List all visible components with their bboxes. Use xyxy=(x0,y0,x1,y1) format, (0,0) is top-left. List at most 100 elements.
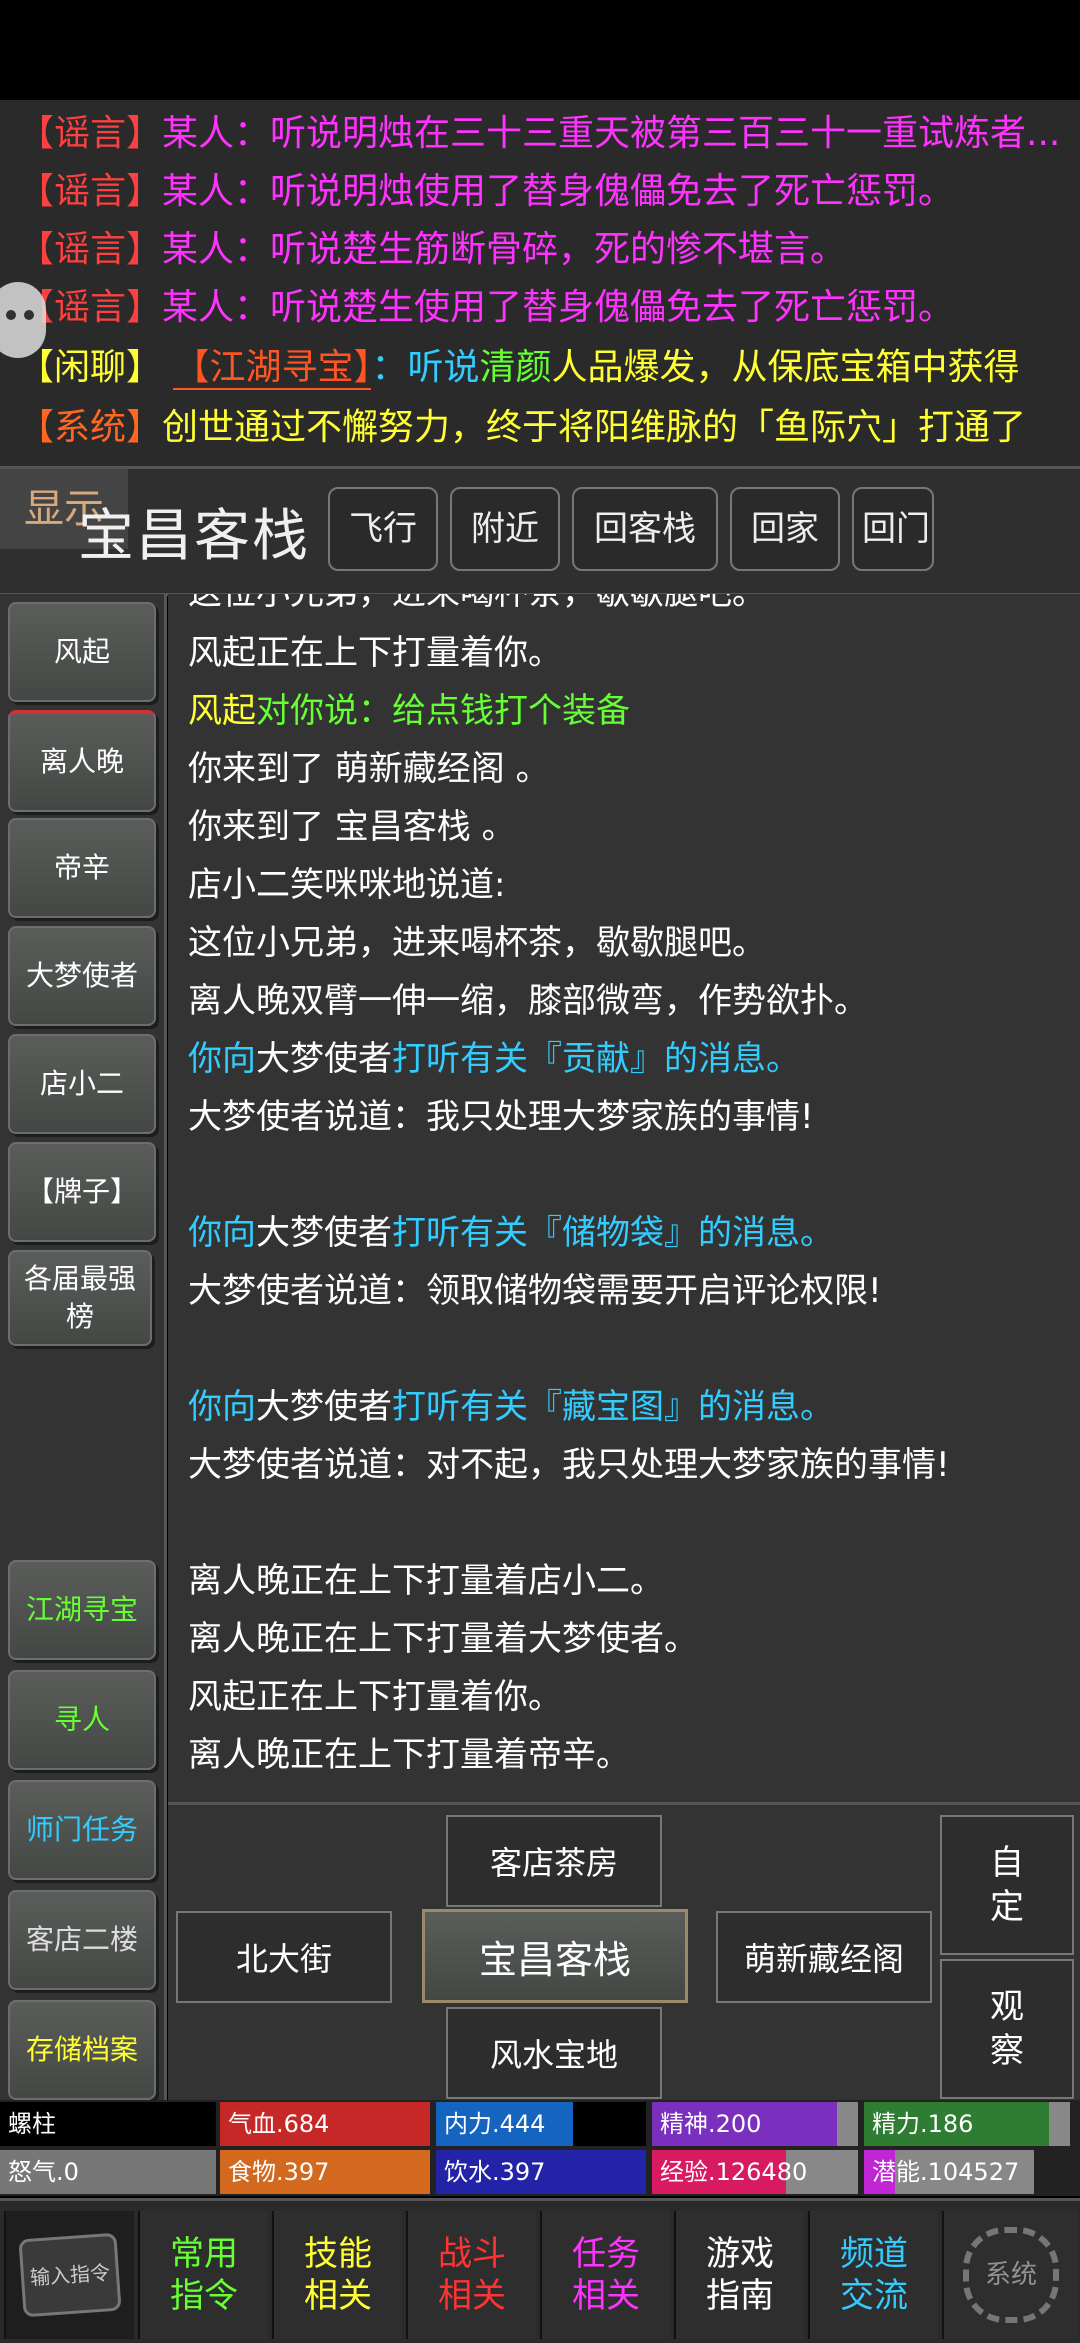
channel-ticker: 【谣言】某人：听说明烛在三十三重天被第三百三十一重试炼者... 【谣言】某人：听… xyxy=(0,100,1080,466)
chat-line: 【闲聊】 【江湖寻宝】：听说清颜人品爆发，从保底宝箱中获得 xyxy=(18,340,1020,396)
potential-label: 潜能.104527 xyxy=(872,2158,1020,2186)
status-bar xyxy=(0,0,1080,100)
rumor-line: 【谣言】某人：听说明烛使用了替身傀儡免去了死亡惩罚。 xyxy=(18,164,954,220)
potential-bar: 潜能.104527 xyxy=(864,2150,1034,2194)
exit-east-button[interactable]: 萌新藏经阁 xyxy=(716,1911,932,2003)
go-home-button[interactable]: 回家 xyxy=(730,487,840,571)
input-command-label: 输入指令 xyxy=(18,2232,122,2318)
find-person-button[interactable]: 寻人 xyxy=(8,1670,156,1770)
treasure-hunt-button[interactable]: 江湖寻宝 xyxy=(8,1560,156,1660)
spirit-bar: 精神.200 xyxy=(652,2102,858,2146)
rumor-speaker: 某人： xyxy=(162,171,271,212)
chat-prefix: ：听说 xyxy=(371,347,480,388)
custom-label: 自定 xyxy=(990,1843,1024,1927)
message-line: 你来到了 宝昌客栈 。 xyxy=(188,807,516,847)
toolbar-label: 技能 相关 xyxy=(304,2234,372,2316)
nearby-button[interactable]: 附近 xyxy=(450,487,560,571)
rumor-tag: 【谣言】 xyxy=(18,229,163,270)
toolbar-label: 任务 相关 xyxy=(572,2234,640,2316)
npc-button[interactable]: 帝辛 xyxy=(8,818,156,918)
location-bar: 宝昌客栈 飞行 附近 回客栈 回家 回门 显示 xyxy=(0,466,1080,596)
npc-button[interactable]: 风起 xyxy=(8,602,156,702)
message-line: 你向大梦使者打听有关『藏宝图』的消息。 xyxy=(188,1378,834,1436)
neili-bar: 内力.444 xyxy=(436,2102,646,2146)
water-bar: 饮水.397 xyxy=(436,2150,646,2194)
msg-part: 你向 xyxy=(188,1387,256,1427)
msg-part: 打听有关『贡献』的消息。 xyxy=(392,1039,800,1079)
player-name-label: 螺柱 xyxy=(8,2110,56,2138)
stats-panel: 螺柱 气血.684 内力.444 精神.200 精力.186 怒气.0 食物.3… xyxy=(0,2100,1080,2196)
chat-player-name[interactable]: 清颜 xyxy=(480,347,552,388)
message-log[interactable]: 这位小兄弟，进来喝杯茶，歇歇腿吧。 风起正在上下打量着你。 风起对你说：给点钱打… xyxy=(168,594,1080,1802)
gear-icon: 系统 xyxy=(963,2227,1059,2323)
sect-task-button[interactable]: 师门任务 xyxy=(8,1780,156,1880)
exit-south-button[interactable]: 风水宝地 xyxy=(446,2007,662,2099)
system-text: 创世通过不懈努力，终于将阳维脉的「鱼际穴」打通了 xyxy=(162,407,1027,448)
inn-upstairs-button[interactable]: 客店二楼 xyxy=(8,1890,156,1990)
message-line: 风起对你说：给点钱打个装备 xyxy=(188,682,630,740)
msg-part: 打听有关『储物袋』的消息。 xyxy=(392,1213,834,1253)
toolbar-label: 常用 指令 xyxy=(170,2234,238,2316)
input-command-button[interactable]: 输入指令 xyxy=(4,2211,134,2339)
msg-part: 你向 xyxy=(188,1039,256,1079)
system-line: 【系统】创世通过不懈努力，终于将阳维脉的「鱼际穴」打通了 xyxy=(18,400,1026,456)
return-sect-button[interactable]: 回门 xyxy=(852,487,934,571)
message-line: 大梦使者说道：我只处理大梦家族的事情! xyxy=(188,1097,814,1137)
skills-button[interactable]: 技能 相关 xyxy=(272,2211,402,2339)
fly-button[interactable]: 飞行 xyxy=(328,487,438,571)
rumor-tag: 【谣言】 xyxy=(18,171,163,212)
combat-button[interactable]: 战斗 相关 xyxy=(406,2211,536,2339)
current-room-button[interactable]: 宝昌客栈 xyxy=(422,1909,688,2003)
speaker-name: 风起 xyxy=(188,691,256,731)
tasks-button[interactable]: 任务 相关 xyxy=(540,2211,670,2339)
message-line: 风起正在上下打量着你。 xyxy=(188,633,562,673)
message-line: 离人晚正在上下打量着店小二。 xyxy=(188,1561,664,1601)
game-guide-button[interactable]: 游戏 指南 xyxy=(674,2211,804,2339)
food-bar: 食物.397 xyxy=(220,2150,430,2194)
msg-part: 大梦使者 xyxy=(256,1387,392,1427)
food-label: 食物.397 xyxy=(228,2158,330,2186)
return-inn-button[interactable]: 回客栈 xyxy=(572,487,718,571)
chat-text: 人品爆发，从保底宝箱中获得 xyxy=(551,347,1020,388)
hp-label: 气血.684 xyxy=(228,2110,330,2138)
toolbar-label: 频道 交流 xyxy=(840,2234,908,2316)
message-line: 你向大梦使者打听有关『贡献』的消息。 xyxy=(188,1030,800,1088)
npc-button[interactable]: 大梦使者 xyxy=(8,926,156,1026)
system-settings-button[interactable]: 系统 xyxy=(942,2211,1078,2339)
toolbar-label: 游戏 指南 xyxy=(706,2234,774,2316)
common-commands-button[interactable]: 常用 指令 xyxy=(138,2211,268,2339)
floating-chat-bubble-icon[interactable] xyxy=(0,282,46,358)
location-title: 宝昌客栈 xyxy=(78,504,310,569)
channel-chat-button[interactable]: 频道 交流 xyxy=(808,2211,938,2339)
msg-part: 打听有关『藏宝图』的消息。 xyxy=(392,1387,834,1427)
treasure-link[interactable]: 【江湖寻宝】 xyxy=(173,347,372,390)
rage-bar: 怒气.0 xyxy=(0,2150,216,2194)
msg-part: 大梦使者 xyxy=(256,1039,392,1079)
message-line: 大梦使者说道：对不起，我只处理大梦家族的事情! xyxy=(188,1445,950,1485)
message-line: 这位小兄弟，进来喝杯茶，歇歇腿吧。 xyxy=(188,923,766,963)
rumor-text: 听说楚生筋断骨碎，死的惨不堪言。 xyxy=(270,229,847,270)
observe-button[interactable]: 观察 xyxy=(940,1959,1074,2099)
npc-button[interactable]: 各届最强榜 xyxy=(8,1250,152,1346)
energy-label: 精力.186 xyxy=(872,2110,974,2138)
rage-label: 怒气.0 xyxy=(8,2158,79,2186)
message-line: 你向大梦使者打听有关『储物袋』的消息。 xyxy=(188,1204,834,1262)
exit-west-button[interactable]: 北大街 xyxy=(176,1911,392,2003)
exit-north-button[interactable]: 客店茶房 xyxy=(446,1815,662,1907)
npc-panel: 风起 离人晚 帝辛 大梦使者 店小二 【牌子】 各届最强榜 江湖寻宝 寻人 师门… xyxy=(0,594,167,2100)
energy-bar: 精力.186 xyxy=(864,2102,1070,2146)
say-prefix: 对你说： xyxy=(256,691,392,731)
rumor-speaker: 某人： xyxy=(162,229,271,270)
rumor-tag: 【谣言】 xyxy=(18,113,163,154)
npc-button[interactable]: 离人晚 xyxy=(8,710,156,812)
npc-button[interactable]: 店小二 xyxy=(8,1034,156,1134)
save-archive-button[interactable]: 存储档案 xyxy=(8,2000,156,2100)
custom-button[interactable]: 自定 xyxy=(940,1815,1074,1955)
message-line: 离人晚双臂一伸一缩，膝部微弯，作势欲扑。 xyxy=(188,981,868,1021)
rumor-line: 【谣言】某人：听说楚生使用了替身傀儡免去了死亡惩罚。 xyxy=(18,280,954,336)
bottom-toolbar: 输入指令 常用 指令 技能 相关 战斗 相关 任务 相关 游戏 指南 频道 交流 系统 xyxy=(0,2198,1080,2343)
rumor-text: 听说明烛在三十三重天被第三百三十一重试炼者... xyxy=(270,113,1061,154)
player-name: 螺柱 xyxy=(0,2102,216,2146)
npc-button[interactable]: 【牌子】 xyxy=(8,1142,156,1242)
toolbar-label: 战斗 相关 xyxy=(438,2234,506,2316)
